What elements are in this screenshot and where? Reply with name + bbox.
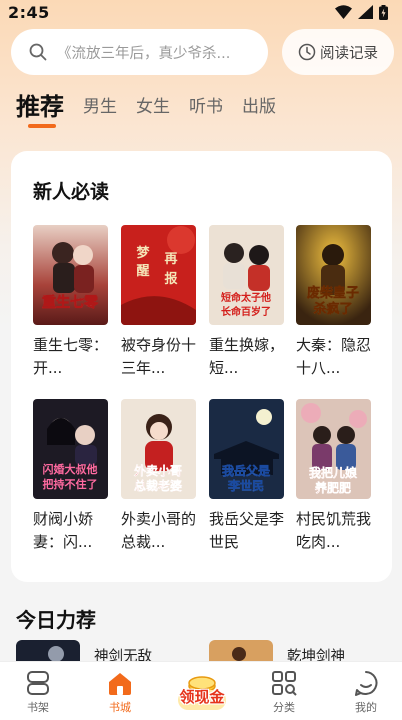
tab-label: 推荐: [16, 93, 64, 121]
book-cover: 我把儿娘 养肥肥: [296, 399, 371, 499]
book-item[interactable]: 短命太子他 长命百岁了 重生换嫁，短...: [209, 225, 284, 380]
svg-text:梦: 梦: [136, 245, 150, 261]
nav-profile[interactable]: 我的: [336, 670, 396, 715]
svg-text:我把儿娘: 我把儿娘: [309, 465, 357, 480]
book-cover: 闪婚大叔他 把持不住了: [33, 399, 108, 499]
tab-female[interactable]: 女生: [136, 92, 170, 122]
clock-icon: [298, 43, 316, 61]
nav-label: 书架: [27, 701, 49, 714]
search-row: 《流放三年后，真少爷杀... 阅读记录: [11, 29, 394, 75]
nav-category[interactable]: 分类: [254, 670, 314, 715]
tab-label: 听书: [189, 97, 223, 117]
tab-published[interactable]: 出版: [242, 92, 276, 122]
tab-recommend[interactable]: 推荐: [16, 92, 64, 128]
nav-bookstore[interactable]: 书城: [90, 670, 150, 715]
wifi-icon: [335, 5, 352, 19]
book-item[interactable]: 废柴皇子 杀疯了 大秦：隐忍十八...: [296, 225, 371, 380]
svg-text:我岳父是: 我岳父是: [222, 463, 271, 478]
category-icon: [272, 671, 297, 696]
tab-male[interactable]: 男生: [83, 92, 117, 122]
book-item[interactable]: 重生七零 重生七零：开...: [33, 225, 108, 380]
status-time: 2:45: [8, 2, 50, 22]
nav-label: 我的: [355, 701, 377, 714]
book-cover: [16, 640, 80, 662]
book-cover: 外卖小哥 总裁老婆: [121, 399, 196, 499]
get-cash-button[interactable]: 领现金: [172, 672, 232, 712]
section-title: 今日力荐: [16, 608, 96, 632]
tab-audiobook[interactable]: 听书: [189, 92, 223, 122]
svg-text:外卖小哥: 外卖小哥: [134, 463, 182, 478]
reading-history-button[interactable]: 阅读记录: [282, 29, 394, 75]
book-title: 外卖小哥的总裁...: [121, 510, 196, 551]
nav-bookshelf[interactable]: 书架: [8, 670, 68, 715]
book-title: 重生换嫁，短...: [209, 336, 284, 377]
svg-text:李世民: 李世民: [227, 478, 264, 493]
battery-icon: [379, 4, 388, 20]
svg-text:报: 报: [164, 272, 178, 287]
new-reader-card: 新人必读 重生七零 重生七零：开... 梦 醒 再 报 被夺身份十三年... 短…: [11, 151, 392, 582]
svg-text:闪婚大叔他: 闪婚大叔他: [43, 462, 98, 476]
svg-text:短命太子他: 短命太子他: [221, 291, 271, 304]
book-item[interactable]: 我把儿娘 养肥肥 村民饥荒我吃肉...: [296, 399, 371, 554]
nav-label: 书城: [109, 701, 131, 714]
book-title: 大秦：隐忍十八...: [296, 336, 371, 377]
book-item[interactable]: 我岳父是 李世民 我岳父是李世民: [209, 399, 284, 554]
cover-text: 重生七零: [42, 294, 99, 311]
active-tab-indicator: [28, 124, 56, 128]
search-icon: [29, 43, 47, 61]
book-title: 被夺身份十三年...: [121, 336, 196, 377]
reading-history-label: 阅读记录: [320, 45, 378, 62]
tab-label: 女生: [136, 97, 170, 117]
book-cover: 梦 醒 再 报: [121, 225, 196, 325]
section-title: 新人必读: [33, 181, 110, 203]
search-input[interactable]: 《流放三年后，真少爷杀...: [11, 29, 268, 75]
book-title: 村民饥荒我吃肉...: [296, 510, 371, 551]
home-icon: [109, 673, 131, 695]
status-bar: 2:45: [0, 0, 402, 24]
book-title: 我岳父是李世民: [209, 510, 284, 551]
svg-text:醒: 醒: [136, 264, 149, 279]
signal-icon: [358, 5, 373, 19]
cash-label: 领现金: [179, 688, 225, 706]
svg-text:养肥肥: 养肥肥: [314, 480, 351, 495]
book-item[interactable]: 闪婚大叔他 把持不住了 财阀小娇妻：闪...: [33, 399, 108, 554]
book-item[interactable]: 梦 醒 再 报 被夺身份十三年...: [121, 225, 196, 380]
svg-text:再: 再: [164, 252, 177, 267]
bookshelf-icon: [27, 671, 49, 695]
svg-text:长命百岁了: 长命百岁了: [221, 305, 271, 318]
nav-label: 分类: [273, 701, 295, 714]
status-icons: [335, 4, 388, 20]
tab-label: 男生: [83, 97, 117, 117]
book-cover: 重生七零: [33, 225, 108, 325]
book-cover: 短命太子他 长命百岁了: [209, 225, 284, 325]
book-title: 重生七零：开...: [33, 336, 108, 377]
svg-text:废柴皇子: 废柴皇子: [307, 285, 359, 301]
book-title: 财阀小娇妻：闪...: [33, 510, 94, 551]
tab-label: 出版: [242, 97, 276, 117]
book-cover: 废柴皇子 杀疯了: [296, 225, 371, 325]
book-cover: [209, 640, 273, 662]
category-tabs: 推荐 男生 女生 听书 出版: [16, 92, 276, 128]
svg-text:杀疯了: 杀疯了: [313, 301, 352, 317]
recommend-item[interactable]: 乾坤剑神: [209, 640, 345, 665]
profile-icon: [355, 671, 378, 696]
recommend-item[interactable]: 神剑无敌: [16, 640, 152, 665]
book-cover: 我岳父是 李世民: [209, 399, 284, 499]
book-item[interactable]: 外卖小哥 总裁老婆 外卖小哥的总裁...: [121, 399, 196, 554]
svg-text:总裁老婆: 总裁老婆: [134, 478, 182, 493]
svg-text:把持不住了: 把持不住了: [43, 477, 98, 491]
search-placeholder: 《流放三年后，真少爷杀...: [57, 45, 231, 62]
